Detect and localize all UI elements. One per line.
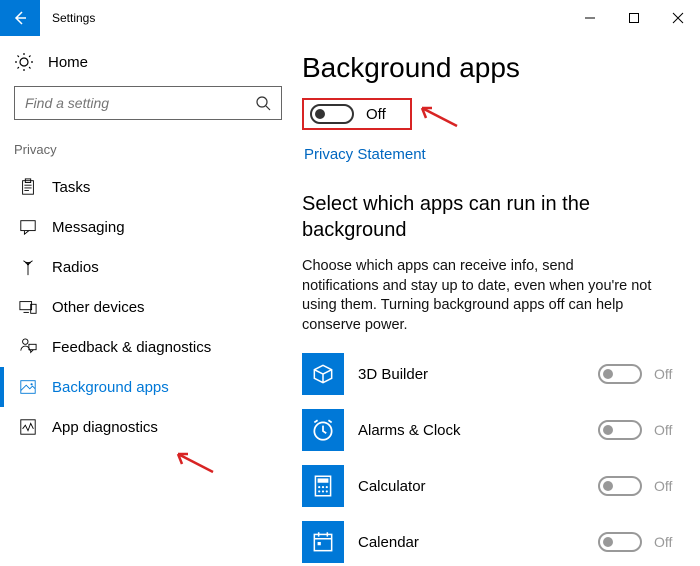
sidebar-item-tasks[interactable]: Tasks bbox=[0, 167, 296, 207]
app-icon-3d-builder bbox=[302, 353, 344, 395]
app-toggle-state: Off bbox=[654, 366, 680, 382]
app-name: Calendar bbox=[358, 534, 584, 551]
sidebar-item-label: Feedback & diagnostics bbox=[52, 339, 211, 356]
minimize-icon bbox=[584, 12, 596, 24]
sidebar: Home Privacy Tasks Messaging Radios Othe… bbox=[0, 36, 296, 566]
close-icon bbox=[672, 12, 684, 24]
main-content: Background apps Off Privacy Statement Se… bbox=[296, 36, 700, 566]
sidebar-item-label: Other devices bbox=[52, 299, 145, 316]
gear-icon bbox=[14, 52, 34, 72]
search-field[interactable] bbox=[25, 95, 255, 111]
master-toggle[interactable] bbox=[310, 104, 354, 124]
sidebar-item-messaging[interactable]: Messaging bbox=[0, 207, 296, 247]
sidebar-item-label: Radios bbox=[52, 259, 99, 276]
master-toggle-state: Off bbox=[366, 106, 386, 123]
app-toggle-state: Off bbox=[654, 534, 680, 550]
antenna-icon bbox=[18, 257, 38, 277]
titlebar: Settings bbox=[0, 0, 700, 36]
maximize-icon bbox=[628, 12, 640, 24]
list-item: Calendar Off bbox=[302, 521, 680, 563]
page-title: Background apps bbox=[302, 52, 680, 84]
app-icon-calendar bbox=[302, 521, 344, 563]
annotation-arrow-icon bbox=[412, 96, 462, 136]
section-subheading: Select which apps can run in the backgro… bbox=[302, 191, 652, 243]
sidebar-item-radios[interactable]: Radios bbox=[0, 247, 296, 287]
app-toggle[interactable] bbox=[598, 532, 642, 552]
clipboard-icon bbox=[18, 177, 38, 197]
sidebar-item-label: App diagnostics bbox=[52, 419, 158, 436]
app-icon-alarms bbox=[302, 409, 344, 451]
app-list: 3D Builder Off Alarms & Clock Off Calcul… bbox=[302, 353, 680, 563]
chat-icon bbox=[18, 217, 38, 237]
devices-icon bbox=[18, 297, 38, 317]
sidebar-item-other-devices[interactable]: Other devices bbox=[0, 287, 296, 327]
sidebar-home[interactable]: Home bbox=[0, 44, 296, 86]
list-item: Alarms & Clock Off bbox=[302, 409, 680, 451]
window-title: Settings bbox=[40, 0, 107, 36]
back-button[interactable] bbox=[0, 0, 40, 36]
app-toggle[interactable] bbox=[598, 364, 642, 384]
app-toggle[interactable] bbox=[598, 476, 642, 496]
sidebar-item-background-apps[interactable]: Background apps bbox=[0, 367, 296, 407]
master-toggle-highlight: Off bbox=[302, 98, 412, 130]
list-item: 3D Builder Off bbox=[302, 353, 680, 395]
privacy-statement-link[interactable]: Privacy Statement bbox=[304, 146, 426, 163]
close-button[interactable] bbox=[656, 0, 700, 36]
image-icon bbox=[18, 377, 38, 397]
app-name: 3D Builder bbox=[358, 366, 584, 383]
search-input[interactable] bbox=[14, 86, 282, 120]
sidebar-item-feedback[interactable]: Feedback & diagnostics bbox=[0, 327, 296, 367]
sidebar-item-app-diagnostics[interactable]: App diagnostics bbox=[0, 407, 296, 447]
sidebar-section-label: Privacy bbox=[0, 138, 296, 167]
search-icon bbox=[255, 95, 271, 111]
list-item: Calculator Off bbox=[302, 465, 680, 507]
diagnostics-icon bbox=[18, 417, 38, 437]
minimize-button[interactable] bbox=[568, 0, 612, 36]
app-icon-calculator bbox=[302, 465, 344, 507]
sidebar-home-label: Home bbox=[48, 54, 88, 71]
app-toggle-state: Off bbox=[654, 422, 680, 438]
sidebar-item-label: Tasks bbox=[52, 179, 90, 196]
sidebar-item-label: Messaging bbox=[52, 219, 125, 236]
app-toggle[interactable] bbox=[598, 420, 642, 440]
sidebar-item-label: Background apps bbox=[52, 379, 169, 396]
app-name: Alarms & Clock bbox=[358, 422, 584, 439]
titlebar-spacer bbox=[107, 0, 568, 36]
app-name: Calculator bbox=[358, 478, 584, 495]
feedback-icon bbox=[18, 337, 38, 357]
maximize-button[interactable] bbox=[612, 0, 656, 36]
section-description: Choose which apps can receive info, send… bbox=[302, 257, 652, 335]
arrow-left-icon bbox=[12, 10, 28, 26]
app-toggle-state: Off bbox=[654, 478, 680, 494]
